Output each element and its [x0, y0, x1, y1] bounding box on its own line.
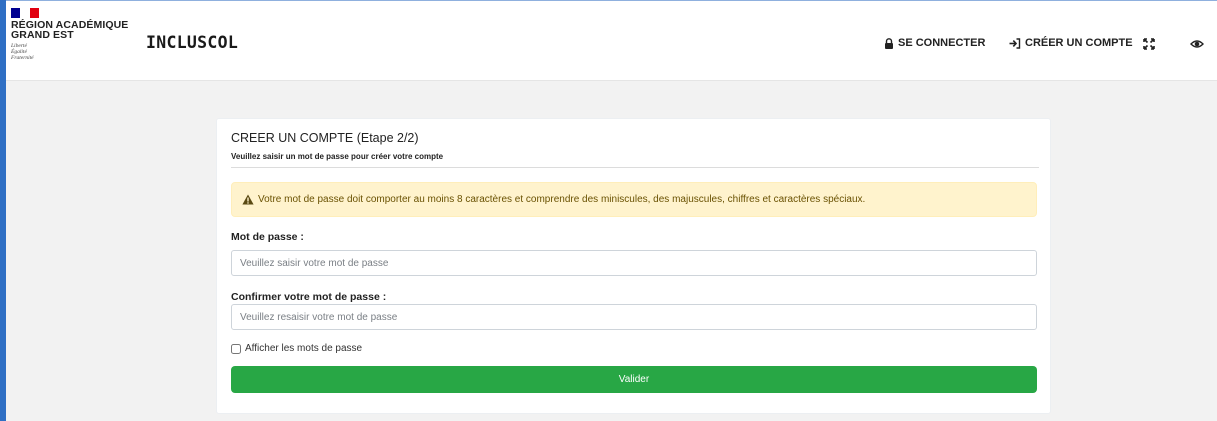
- lock-icon: [885, 37, 893, 49]
- show-passwords-checkbox[interactable]: [231, 343, 241, 354]
- create-account-link[interactable]: CRÉER UN COMPTE: [1009, 37, 1133, 49]
- top-navbar: RÉGION ACADÉMIQUE GRAND EST Liberté Égal…: [6, 1, 1217, 81]
- sign-in-icon: [1009, 37, 1021, 49]
- expand-icon[interactable]: [1142, 37, 1156, 51]
- card-divider: [231, 167, 1039, 168]
- page-title: CREER UN COMPTE (Etape 2/2): [231, 131, 419, 145]
- create-account-card: CREER UN COMPTE (Etape 2/2) Veuillez sai…: [216, 118, 1051, 414]
- confirm-password-label: Confirmer votre mot de passe :: [231, 291, 387, 303]
- nav-actions: SE CONNECTER CRÉER UN COMPTE: [6, 37, 1217, 53]
- alert-text: Votre mot de passe doit comporter au moi…: [258, 194, 866, 205]
- confirm-password-input[interactable]: [231, 304, 1037, 330]
- create-account-label: CRÉER UN COMPTE: [1025, 37, 1133, 49]
- show-passwords-option[interactable]: Afficher les mots de passe: [231, 343, 362, 354]
- french-flag-icon: [11, 8, 39, 18]
- password-input[interactable]: [231, 250, 1037, 276]
- login-link[interactable]: SE CONNECTER: [884, 37, 985, 49]
- password-requirements-alert: Votre mot de passe doit comporter au moi…: [231, 182, 1037, 217]
- warning-icon: [242, 194, 254, 205]
- password-label: Mot de passe :: [231, 231, 304, 243]
- eye-icon[interactable]: [1190, 37, 1204, 51]
- submit-button[interactable]: Valider: [231, 366, 1037, 393]
- login-label: SE CONNECTER: [898, 37, 986, 49]
- motto-line-3: Fraternité: [11, 55, 34, 61]
- show-passwords-label: Afficher les mots de passe: [245, 343, 363, 354]
- page-subtitle: Veuillez saisir un mot de passe pour cré…: [231, 152, 444, 161]
